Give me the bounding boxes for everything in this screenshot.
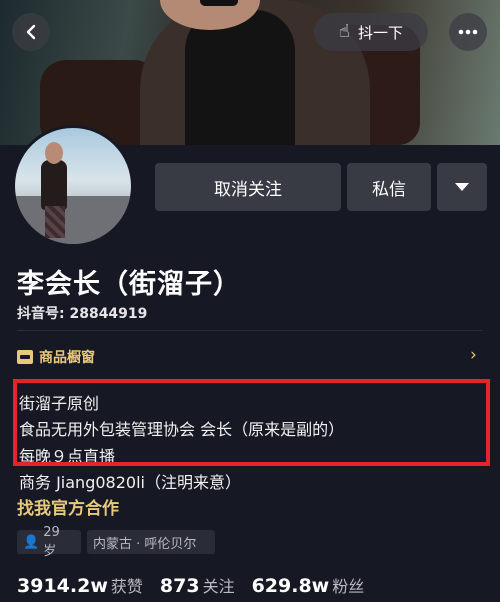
avatar-body (41, 160, 67, 210)
unfollow-button[interactable]: 取消关注 (155, 163, 341, 211)
person-icon: 👤 (23, 534, 40, 550)
followers-label[interactable]: 粉丝 (332, 573, 364, 597)
following-label[interactable]: 关注 (203, 573, 235, 597)
shop-window-label: 商品橱窗 (39, 350, 95, 366)
more-actions-button[interactable] (437, 163, 487, 211)
bio-line: 商务 Jiang0820li（注明来意） (19, 473, 241, 492)
likes-label: 获赞 (110, 577, 143, 596)
back-button[interactable] (12, 13, 50, 51)
profile-stats: 3914.2w 获赞 873 关注 629.8w 粉丝 (17, 573, 381, 597)
avatar-face (45, 142, 63, 164)
avatar[interactable] (12, 125, 134, 247)
likes-count: 3914.2w (17, 575, 108, 597)
official-cooperation-link[interactable]: 找我官方合作 (17, 494, 119, 519)
chevron-left-icon (26, 24, 36, 40)
following-count[interactable]: 873 (160, 575, 200, 597)
age-label: 29 岁 (43, 525, 60, 559)
triangle-down-icon (455, 183, 469, 191)
more-options-button[interactable] (449, 13, 487, 51)
avatar-legs (45, 206, 65, 238)
storefront-icon (17, 350, 33, 364)
chevron-right-icon[interactable]: › (470, 345, 477, 365)
douyin-id: 抖音号: 28844919 (17, 306, 148, 322)
bio-highlight-box (13, 379, 490, 466)
divider (17, 330, 483, 331)
shop-window-link[interactable]: 商品橱窗 (17, 347, 95, 367)
followers-count[interactable]: 629.8w (252, 575, 330, 597)
banner-sweater (185, 10, 295, 145)
banner-glasses (200, 0, 238, 6)
avatar-road (15, 196, 131, 244)
message-button[interactable]: 私信 (347, 163, 431, 211)
shake-button[interactable]: ☝ 抖一下 (314, 13, 428, 51)
profile-name: 李会长（街溜子） (17, 269, 241, 300)
location-tag: 内蒙古 · 呼伦贝尔 (87, 530, 215, 554)
age-tag: 👤 29 岁 (17, 525, 81, 559)
shake-label: 抖一下 (357, 23, 403, 42)
hand-tap-icon: ☝ (339, 21, 350, 42)
ellipsis-icon (458, 29, 478, 35)
